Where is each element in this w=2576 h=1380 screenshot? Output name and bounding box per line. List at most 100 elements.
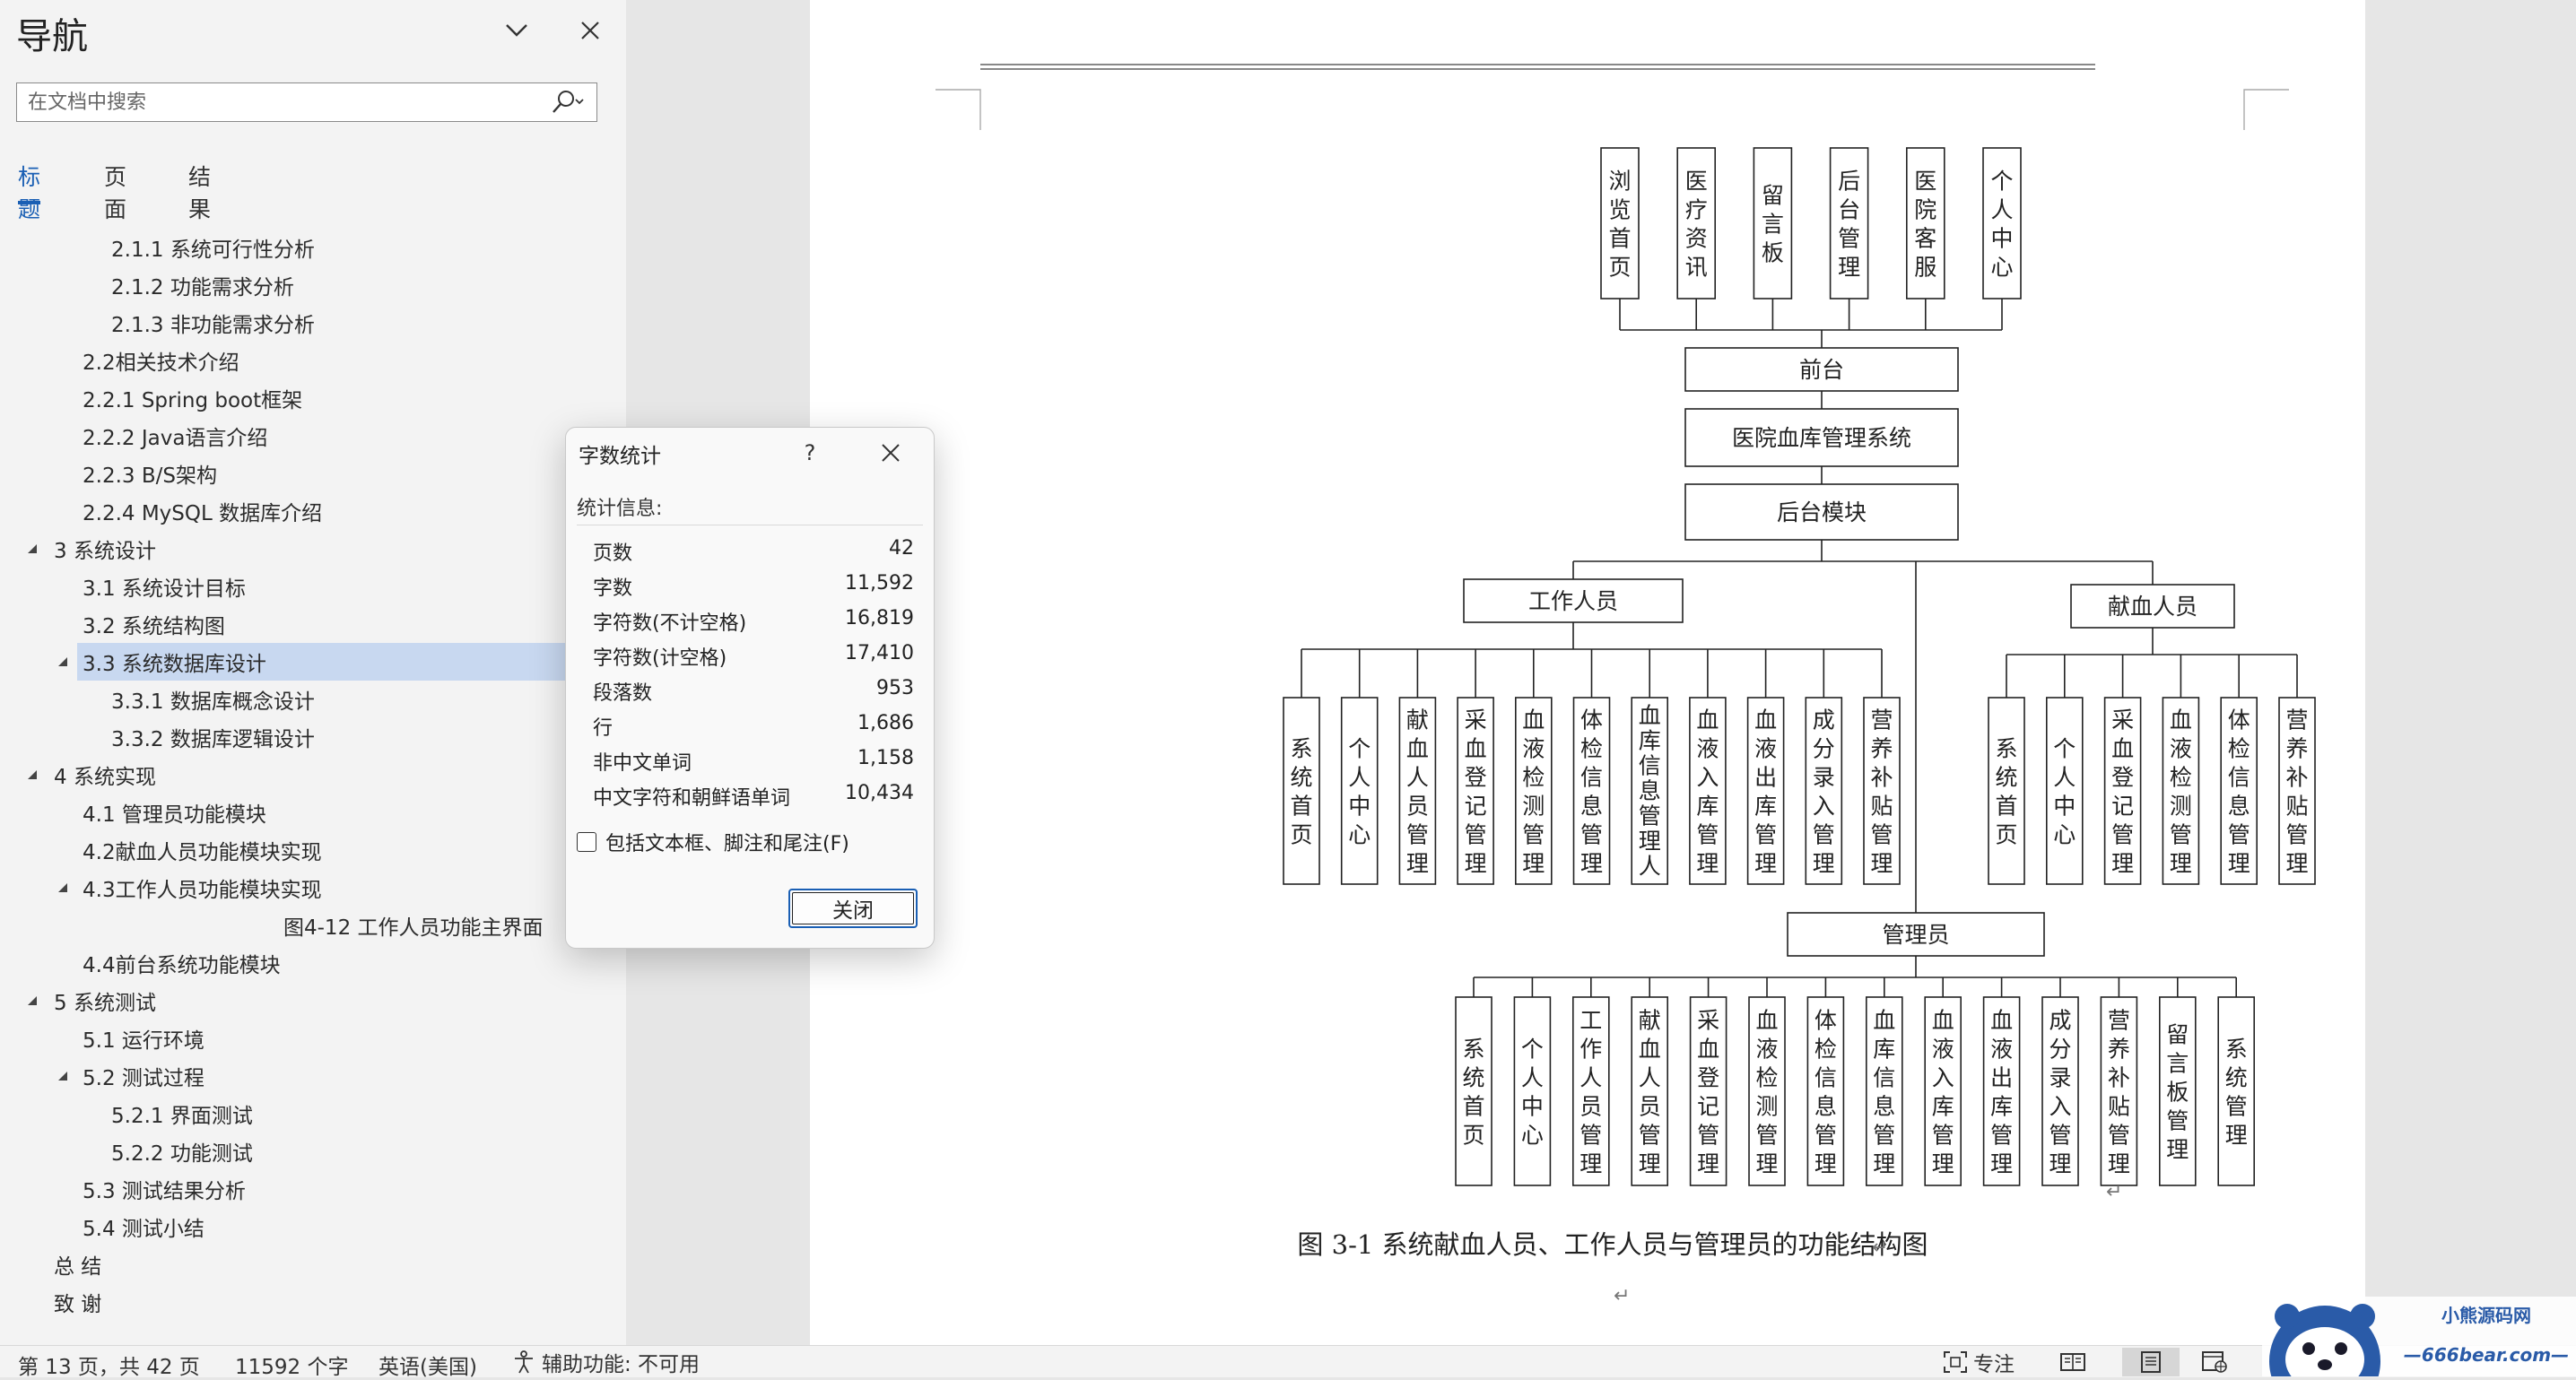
outline-item[interactable]: 2.2.3 B/S架构 — [0, 455, 626, 492]
outline-item[interactable]: 2.2相关技术介绍 — [0, 342, 626, 379]
close-icon[interactable] — [572, 13, 608, 48]
close-button[interactable]: 关闭 — [788, 889, 918, 928]
checkbox-box[interactable] — [577, 832, 596, 852]
outline-item[interactable]: 总 结 — [0, 1245, 626, 1283]
focus-mode-button[interactable]: 专注 — [1943, 1348, 2015, 1376]
admin-item-char: 作 — [1580, 1037, 1602, 1063]
document-page[interactable]: 浏览首页医疗资讯留言板后台管理医院客服个人中心前台 医院血库管理系统 后台模块 工作人… — [810, 0, 2365, 1345]
function-structure-diagram: 浏览首页医疗资讯留言板后台管理医院客服个人中心前台医院血库管理系统后台模块工作人… — [936, 64, 2316, 1307]
expand-arrow-icon[interactable] — [25, 994, 39, 1008]
expand-arrow-icon[interactable] — [25, 768, 39, 782]
admin-item-char: 系 — [1462, 1037, 1484, 1063]
staff-item-char: 信 — [1639, 752, 1661, 778]
outline-item[interactable]: 5.2.1 界面测试 — [0, 1095, 626, 1133]
admin-item-box — [1455, 996, 1493, 1186]
staff-item-char: 理 — [1696, 851, 1719, 877]
outline-item[interactable]: 5 系统测试 — [0, 982, 626, 1020]
outline-item[interactable]: 3.1 系统设计目标 — [0, 568, 626, 605]
outline-item-label: 3 系统设计 — [54, 540, 156, 563]
staff-item-char: 体 — [1580, 707, 1603, 733]
outline-item[interactable]: 2.1.1 系统可行性分析 — [0, 229, 626, 266]
outline-item[interactable]: 5.4 测试小结 — [0, 1208, 626, 1245]
read-mode-icon[interactable] — [2059, 1348, 2092, 1376]
print-layout-icon[interactable] — [2122, 1348, 2180, 1376]
tab-headings[interactable]: 标题 — [18, 160, 41, 222]
donor-item-char: 人 — [2053, 765, 2076, 791]
admin-item-char: 管 — [1873, 1123, 1895, 1149]
outline-item[interactable]: 5.2 测试过程 — [0, 1057, 626, 1095]
search-input[interactable] — [17, 83, 559, 121]
stat-value: 1,686 — [857, 712, 914, 734]
expand-arrow-icon[interactable] — [56, 655, 70, 669]
outline-item[interactable]: 3 系统设计 — [0, 530, 626, 568]
dialog-close-icon[interactable] — [873, 435, 909, 471]
search-icon[interactable] — [541, 87, 593, 117]
staff-item-char: 息 — [1639, 777, 1661, 803]
outline-item[interactable]: 图4-12 工作人员功能主界面 — [0, 907, 626, 944]
outline-item-label: 3.3.1 数据库概念设计 — [111, 690, 315, 714]
outline-item[interactable]: 5.2.2 功能测试 — [0, 1133, 626, 1170]
page-indicator[interactable]: 第 13 页，共 42 页 — [18, 1350, 200, 1380]
language-indicator[interactable]: 英语(美国) — [379, 1350, 477, 1380]
outline-item[interactable]: 4.1 管理员功能模块 — [0, 794, 626, 831]
staff-item-char: 库 — [1754, 794, 1777, 820]
accessibility-indicator[interactable]: 辅助功能: 不可用 — [511, 1348, 700, 1376]
front-item-char: 中 — [1990, 226, 2013, 252]
admin-item-char: 入 — [1932, 1065, 1954, 1091]
front-item-char: 后 — [1838, 169, 1860, 195]
outline-item[interactable]: 3.3.2 数据库逻辑设计 — [0, 718, 626, 756]
outline-item[interactable]: 4 系统实现 — [0, 756, 626, 794]
front-item-char: 医 — [1685, 169, 1708, 195]
expand-arrow-icon[interactable] — [25, 542, 39, 556]
outline-item[interactable]: 2.2.4 MySQL 数据库介绍 — [0, 492, 626, 530]
front-item-char: 板 — [1762, 240, 1784, 266]
include-textboxes-checkbox[interactable]: 包括文本框、脚注和尾注(F) — [577, 828, 849, 856]
admin-item-char: 库 — [1873, 1037, 1895, 1063]
staff-item-char: 录 — [1813, 765, 1835, 791]
nav-pane-title: 导航 — [16, 16, 88, 57]
outline-item[interactable]: 2.1.2 功能需求分析 — [0, 266, 626, 304]
status-bar: 第 13 页，共 42 页 11592 个字 英语(美国) 辅助功能: 不可用 … — [0, 1345, 2576, 1380]
admin-item-char: 记 — [1697, 1094, 1719, 1120]
outline-item[interactable]: 2.2.2 Java语言介绍 — [0, 417, 626, 455]
tab-pages[interactable]: 页面 — [104, 160, 126, 222]
staff-item-char: 液 — [1696, 736, 1719, 762]
staff-item-char: 人 — [1406, 765, 1429, 791]
outline-item[interactable]: 2.1.3 非功能需求分析 — [0, 304, 626, 342]
outline-item[interactable]: 4.2献血人员功能模块实现 — [0, 831, 626, 869]
outline-item[interactable]: 4.3工作人员功能模块实现 — [0, 869, 626, 907]
front-item-char: 览 — [1608, 197, 1631, 223]
admin-item-char: 理 — [1815, 1151, 1837, 1177]
admin-item-char: 血 — [1873, 1008, 1895, 1034]
admin-node-label: 管理员 — [1882, 922, 1949, 948]
outline-item[interactable]: 3.3 系统数据库设计 — [58, 643, 626, 681]
web-layout-icon[interactable] — [2201, 1348, 2233, 1376]
outline-item[interactable]: 2.2.1 Spring boot框架 — [0, 379, 626, 417]
staff-item-char: 库 — [1696, 794, 1719, 820]
chevron-down-icon[interactable] — [499, 13, 535, 48]
tab-results[interactable]: 结果 — [188, 160, 211, 222]
expand-arrow-icon[interactable] — [56, 1069, 70, 1083]
outline-item[interactable]: 4.4前台系统功能模块 — [0, 944, 626, 982]
margin-mark — [2243, 89, 2289, 130]
outline-item[interactable]: 3.2 系统结构图 — [0, 605, 626, 643]
outline-item[interactable]: 3.3.1 数据库概念设计 — [0, 681, 626, 718]
admin-item-char: 库 — [1990, 1094, 2013, 1120]
outline-item[interactable]: 5.1 运行环境 — [0, 1020, 626, 1057]
donor-item-char: 心 — [2053, 822, 2076, 848]
admin-item-char: 言 — [2166, 1051, 2189, 1077]
stat-value: 11,592 — [845, 572, 914, 595]
staff-item-char: 分 — [1813, 736, 1835, 762]
admin-item-char: 入 — [2049, 1094, 2071, 1120]
expand-arrow-icon[interactable] — [56, 881, 70, 895]
admin-item-char: 出 — [1990, 1065, 2013, 1091]
staff-item-char: 补 — [1870, 765, 1893, 791]
outline-item[interactable]: 5.3 测试结果分析 — [0, 1170, 626, 1208]
outline-item[interactable]: 致 谢 — [0, 1283, 626, 1321]
admin-item-char: 血 — [1932, 1008, 1954, 1034]
help-button[interactable]: ? — [792, 435, 828, 471]
word-count-indicator[interactable]: 11592 个字 — [235, 1350, 348, 1380]
focus-label: 专注 — [1973, 1353, 2015, 1376]
donor-item-box — [2046, 697, 2084, 885]
staff-item-char: 入 — [1813, 794, 1835, 820]
